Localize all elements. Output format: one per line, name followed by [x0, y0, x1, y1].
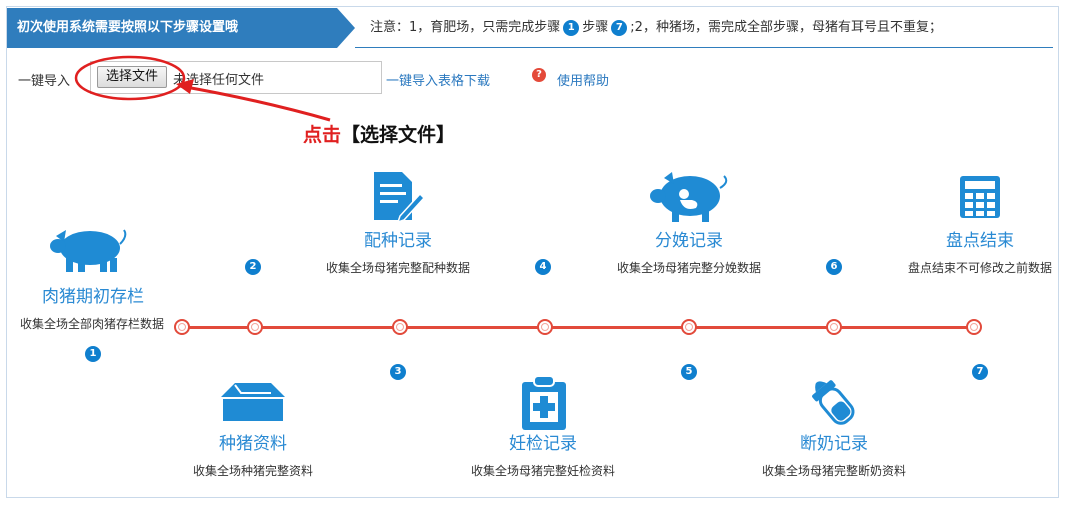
annotation-target: 【选择文件】 [341, 124, 456, 146]
step-title-7: 盘点结束 [946, 231, 1014, 251]
timeline-node-2 [247, 319, 263, 335]
step-number-5: 5 [681, 364, 697, 380]
step-desc-6: 收集全场母猪完整断奶资料 [761, 464, 906, 478]
barn-icon [221, 383, 285, 421]
step-desc-4: 收集全场母猪完整妊检资料 [470, 464, 615, 478]
pig-birth-icon [650, 172, 728, 222]
timeline-node-7 [966, 319, 982, 335]
timeline-node-5 [681, 319, 697, 335]
timeline-node-6 [826, 319, 842, 335]
step-title-1: 肉猪期初存栏 [42, 287, 144, 307]
step-number-2: 2 [245, 259, 261, 275]
annotation-arrow [179, 84, 331, 122]
step-title-3: 配种记录 [364, 231, 432, 251]
timeline-node-1 [174, 319, 190, 335]
step-title-6: 断奶记录 [800, 434, 868, 454]
step-desc-1: 收集全场全部肉猪存栏数据 [19, 317, 164, 331]
step-desc-5: 收集全场母猪完整分娩数据 [616, 261, 761, 275]
step-title-2: 种猪资料 [219, 434, 287, 454]
highlight-ellipse [74, 55, 186, 101]
pig-icon [50, 229, 127, 272]
step-desc-3: 收集全场母猪完整配种数据 [325, 261, 470, 275]
step-number-4: 4 [535, 259, 551, 275]
medical-clipboard-icon [522, 375, 566, 430]
step-number-3: 3 [390, 364, 406, 380]
timeline-node-3 [392, 319, 408, 335]
step-number-6: 6 [826, 259, 842, 275]
step-number-7: 7 [972, 364, 988, 380]
step-title-5: 分娩记录 [655, 231, 723, 251]
document-edit-icon [374, 172, 424, 222]
step-desc-2: 收集全场种猪完整资料 [192, 464, 313, 478]
baby-bottle-icon [812, 380, 855, 425]
annotation-action: 点击 [303, 124, 342, 146]
calculator-icon [960, 176, 1000, 218]
step-desc-7: 盘点结束不可修改之前数据 [907, 261, 1052, 275]
timeline-node-4 [537, 319, 553, 335]
timeline-line [182, 326, 975, 329]
step-number-1: 1 [85, 346, 101, 362]
annotation-text: 点击【选择文件】 [303, 120, 455, 147]
step-title-4: 妊检记录 [509, 434, 577, 454]
